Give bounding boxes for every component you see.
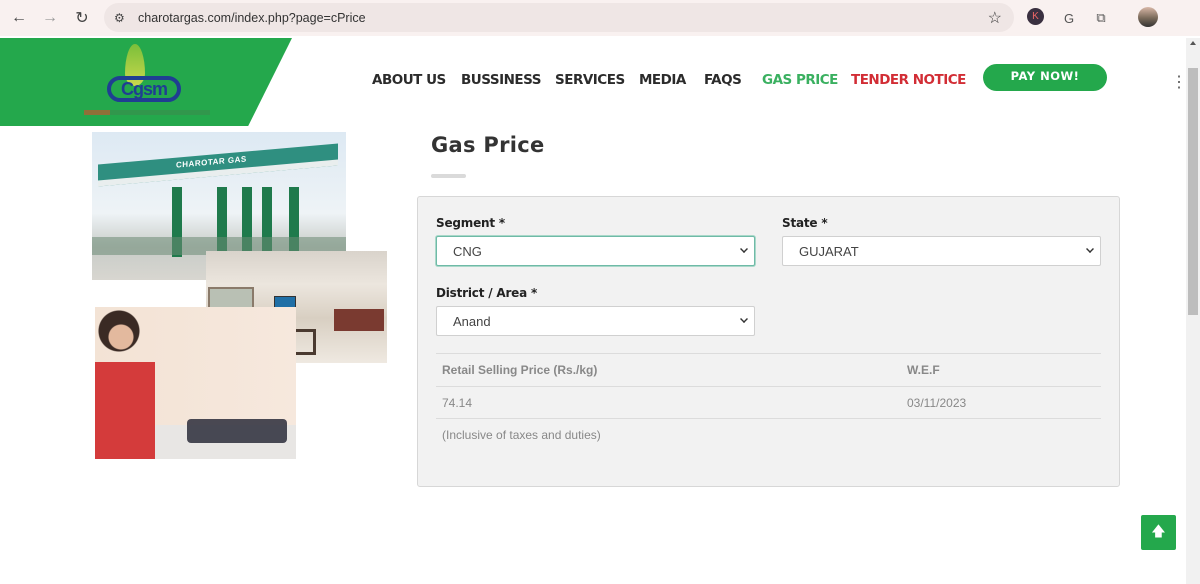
url-text[interactable]: charotargas.com/index.php?page=cPrice bbox=[138, 11, 366, 25]
wef-column-header: W.E.F bbox=[907, 363, 940, 377]
reload-button[interactable]: ↻ bbox=[66, 2, 98, 34]
district-value: Anand bbox=[453, 313, 491, 329]
nav-tender-notice[interactable]: TENDER NOTICE bbox=[851, 72, 966, 88]
address-bar[interactable]: ⚙ charotargas.com/index.php?page=cPrice … bbox=[104, 3, 1014, 32]
page-title: Gas Price bbox=[431, 133, 545, 157]
district-select[interactable]: Anand bbox=[436, 306, 755, 336]
nav-media[interactable]: MEDIA bbox=[639, 72, 686, 88]
station-canopy: CHAROTAR GAS bbox=[98, 143, 338, 187]
grammarly-extension-icon[interactable]: G bbox=[1058, 7, 1080, 29]
reload-icon: ↻ bbox=[75, 10, 89, 27]
forward-arrow-icon: → bbox=[42, 9, 58, 26]
logo-wordmark: Cgsm bbox=[107, 76, 181, 102]
logo-tagline bbox=[84, 110, 210, 115]
site-settings-icon[interactable]: ⚙ bbox=[114, 11, 130, 25]
tax-note: (Inclusive of taxes and duties) bbox=[442, 428, 601, 442]
state-select[interactable]: GUJARAT bbox=[782, 236, 1101, 266]
scroll-to-top-button[interactable]: 🡅 bbox=[1141, 515, 1176, 550]
kitchen-stove-photo bbox=[95, 307, 296, 459]
price-column-header: Retail Selling Price (Rs./kg) bbox=[442, 363, 598, 377]
woman-cooking bbox=[95, 307, 155, 459]
lobby-reception-desk bbox=[334, 309, 384, 331]
state-label: State * bbox=[782, 216, 828, 230]
title-underline bbox=[431, 174, 466, 178]
nav-about-us[interactable]: ABOUT US bbox=[372, 72, 446, 88]
district-label: District / Area * bbox=[436, 286, 538, 300]
back-button[interactable]: ← bbox=[3, 2, 35, 34]
pay-now-button[interactable]: PAY NOW! bbox=[983, 64, 1107, 91]
back-arrow-icon: ← bbox=[11, 9, 27, 26]
chevron-down-icon bbox=[1086, 245, 1094, 253]
segment-select[interactable]: CNG bbox=[436, 236, 755, 266]
segment-label: Segment * bbox=[436, 216, 505, 230]
page-scrollbar[interactable] bbox=[1186, 38, 1200, 584]
table-divider bbox=[436, 353, 1101, 354]
nav-business[interactable]: BUSSINESS bbox=[461, 72, 541, 88]
extensions-puzzle-icon[interactable]: ⧉ bbox=[1090, 7, 1112, 29]
extension-k-icon[interactable]: K bbox=[1027, 8, 1044, 25]
price-value: 74.14 bbox=[442, 396, 473, 410]
site-logo[interactable]: Cgsm bbox=[107, 44, 187, 106]
chevron-down-icon bbox=[740, 315, 748, 323]
station-sign: CHAROTAR GAS bbox=[176, 154, 247, 170]
chevron-down-icon bbox=[740, 245, 748, 253]
scroll-up-arrow-icon[interactable] bbox=[1190, 41, 1196, 45]
nav-services[interactable]: SERVICES bbox=[555, 72, 625, 88]
table-divider bbox=[436, 386, 1101, 387]
table-divider bbox=[436, 418, 1101, 419]
profile-avatar[interactable] bbox=[1138, 7, 1158, 27]
scrollbar-thumb[interactable] bbox=[1188, 68, 1198, 315]
gas-stove bbox=[187, 419, 287, 443]
nav-gas-price[interactable]: GAS PRICE bbox=[762, 72, 838, 88]
browser-toolbar: ← → ↻ ⚙ charotargas.com/index.php?page=c… bbox=[0, 0, 1200, 91]
wef-date: 03/11/2023 bbox=[907, 396, 967, 410]
state-value: GUJARAT bbox=[799, 243, 859, 259]
bookmark-star-icon[interactable]: ☆ bbox=[988, 8, 1002, 28]
nav-faqs[interactable]: FAQS bbox=[704, 72, 742, 88]
lobby-window bbox=[208, 287, 254, 309]
forward-button[interactable]: → bbox=[34, 2, 66, 34]
arrow-up-icon: 🡅 bbox=[1151, 522, 1166, 539]
segment-value: CNG bbox=[453, 243, 482, 259]
